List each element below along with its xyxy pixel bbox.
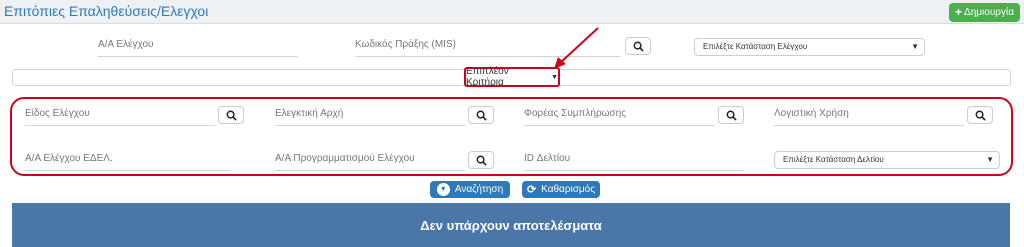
fiscal-year-label: Λογιστική Χρήση xyxy=(774,108,849,119)
page-title: Επιτόπιες Επαληθεύσεις/Ελεγχοι xyxy=(4,3,209,19)
title-bar: Επιτόπιες Επαληθεύσεις/Ελεγχοι + Δημιουρ… xyxy=(0,0,1024,24)
search-icon xyxy=(476,110,487,121)
planning-number-field[interactable]: Α/Α Προγραμματισμού Ελέγχου xyxy=(275,153,465,171)
edel-number-label: Α/Α Ελέγχου ΕΔΕΛ. xyxy=(25,153,113,164)
planning-number-label: Α/Α Προγραμματισμού Ελέγχου xyxy=(275,153,415,164)
mis-code-label: Κωδικός Πράξης (MIS) xyxy=(355,39,456,50)
refresh-icon: ⟳ xyxy=(526,184,537,196)
edel-number-field[interactable]: Α/Α Ελέγχου ΕΔΕΛ. xyxy=(25,153,230,171)
search-icon xyxy=(633,41,644,52)
mis-search-button[interactable] xyxy=(625,37,651,55)
control-number-label: Α/Α Ελέγχου xyxy=(98,39,154,50)
fiscal-year-search-button[interactable] xyxy=(967,106,993,124)
caret-down-icon: ▼ xyxy=(551,73,558,81)
chevron-down-icon: ▼ xyxy=(911,42,919,51)
search-button-label: Αναζήτηση xyxy=(454,184,504,195)
plus-icon: + xyxy=(955,5,963,19)
search-icon xyxy=(726,110,737,121)
audit-authority-label: Ελεγκτική Αρχή xyxy=(275,108,344,119)
clear-button-label: Καθαρισμός xyxy=(541,184,596,195)
form-status-value: Επιλέξτε Κατάσταση Δελτίου xyxy=(783,155,884,164)
create-button-label: Δημιουργία xyxy=(964,7,1014,18)
no-results-message: Δεν υπάρχουν αποτελέσματα xyxy=(420,217,602,233)
form-status-select[interactable]: Επιλέξτε Κατάσταση Δελτίου ▼ xyxy=(774,151,1000,169)
search-icon xyxy=(476,155,487,166)
search-icon xyxy=(226,110,237,121)
control-type-field[interactable]: Είδος Ελέγχου xyxy=(25,108,215,126)
fiscal-year-field[interactable]: Λογιστική Χρήση xyxy=(774,108,964,126)
search-icon xyxy=(975,110,986,121)
annotation-arrow-icon xyxy=(554,27,599,69)
completion-body-label: Φορέας Συμπλήρωσης xyxy=(524,108,626,119)
chevron-down-icon: ▼ xyxy=(436,183,450,196)
form-id-field[interactable]: ID Δελτίου xyxy=(524,153,744,171)
control-type-search-button[interactable] xyxy=(218,106,244,124)
completion-body-search-button[interactable] xyxy=(718,106,744,124)
page: Επιτόπιες Επαληθεύσεις/Ελεγχοι + Δημιουρ… xyxy=(0,0,1024,247)
audit-authority-field[interactable]: Ελεγκτική Αρχή xyxy=(275,108,465,126)
audit-authority-search-button[interactable] xyxy=(468,106,494,124)
create-button[interactable]: + Δημιουργία xyxy=(949,3,1020,22)
control-status-select[interactable]: Επιλέξτε Κατάσταση Ελέγχου ▼ xyxy=(694,38,925,56)
control-number-field[interactable]: Α/Α Ελέγχου xyxy=(98,39,298,57)
chevron-down-icon: ▼ xyxy=(986,155,994,164)
control-type-label: Είδος Ελέγχου xyxy=(25,108,90,119)
clear-button[interactable]: ⟳ Καθαρισμός xyxy=(522,181,600,198)
planning-number-search-button[interactable] xyxy=(468,151,494,169)
form-id-label: ID Δελτίου xyxy=(524,153,571,164)
completion-body-field[interactable]: Φορέας Συμπλήρωσης xyxy=(524,108,715,126)
control-status-value: Επιλέξτε Κατάσταση Ελέγχου xyxy=(703,42,808,51)
search-button[interactable]: ▼ Αναζήτηση xyxy=(430,181,510,198)
results-panel: Δεν υπάρχουν αποτελέσματα xyxy=(12,203,1010,247)
